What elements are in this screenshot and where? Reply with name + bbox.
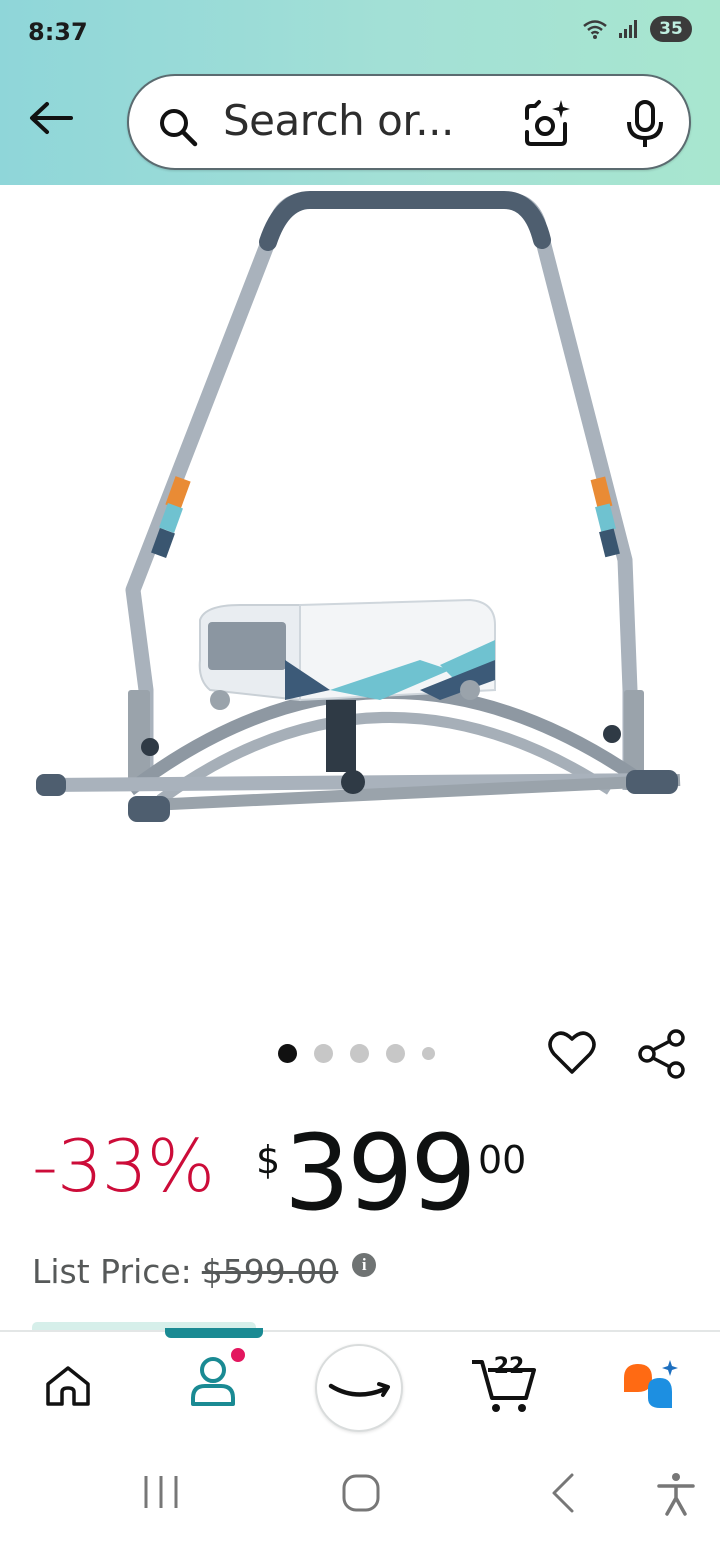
search-input[interactable]: Search or...: [223, 96, 454, 145]
list-price-label: List Price:: [32, 1252, 192, 1291]
recents-icon[interactable]: [142, 1474, 180, 1510]
back-chevron-icon[interactable]: [548, 1472, 576, 1514]
carousel-dot[interactable]: [386, 1044, 405, 1063]
active-tab-indicator: [165, 1328, 263, 1338]
notification-dot: [229, 1346, 247, 1364]
wifi-icon: [583, 20, 607, 39]
battery-icon: 35: [650, 16, 692, 42]
signal-icon: [619, 20, 637, 38]
search-bar[interactable]: Search or...: [127, 74, 691, 170]
system-nav-bar: [0, 1440, 720, 1544]
product-image[interactable]: [0, 185, 720, 1015]
app-header: 8:37 35 Search or...: [0, 0, 720, 185]
product-photo: [36, 191, 681, 822]
discount-percentage: -33%: [32, 1124, 215, 1208]
nav-home[interactable]: [44, 1364, 92, 1413]
home-circle-icon[interactable]: [342, 1474, 380, 1512]
list-price-value: $599.00: [201, 1252, 339, 1291]
add-to-list-button[interactable]: [548, 1030, 596, 1081]
accessibility-icon[interactable]: [656, 1472, 696, 1516]
rufus-icon: [624, 1360, 678, 1408]
microphone-icon[interactable]: [625, 100, 665, 150]
share-icon: [638, 1029, 685, 1079]
list-price: List Price: $599.00 i: [32, 1252, 377, 1291]
carousel-dot[interactable]: [278, 1044, 297, 1063]
nav-cart[interactable]: 22: [470, 1354, 538, 1419]
back-arrow-icon: [30, 102, 73, 134]
nav-account[interactable]: [187, 1346, 247, 1415]
search-icon: [160, 109, 198, 147]
bottom-nav: 22: [0, 1328, 720, 1440]
status-icons: 35: [582, 16, 692, 42]
carousel-dot[interactable]: [314, 1044, 333, 1063]
info-icon[interactable]: i: [352, 1252, 377, 1277]
heart-icon: [548, 1031, 596, 1074]
person-icon: [191, 1357, 235, 1406]
product-page: 8:37 35 Search or... -33% $ 399 00 List …: [0, 0, 720, 1544]
image-carousel-dots[interactable]: [278, 1044, 435, 1063]
carousel-dot[interactable]: [422, 1047, 435, 1060]
nav-amazon[interactable]: [315, 1344, 403, 1432]
nav-rufus[interactable]: [620, 1358, 684, 1419]
share-button[interactable]: [636, 1028, 688, 1085]
price-fraction: 00: [478, 1138, 527, 1182]
cart-count: 22: [493, 1354, 525, 1379]
price-whole: 399: [284, 1112, 477, 1234]
price-currency-symbol: $: [256, 1138, 281, 1182]
camera-lens-icon[interactable]: [521, 98, 573, 150]
carousel-dot[interactable]: [350, 1044, 369, 1063]
status-time: 8:37: [28, 18, 88, 46]
amazon-smile-icon: [328, 1382, 390, 1397]
home-icon: [46, 1366, 90, 1406]
back-button[interactable]: [24, 95, 76, 141]
